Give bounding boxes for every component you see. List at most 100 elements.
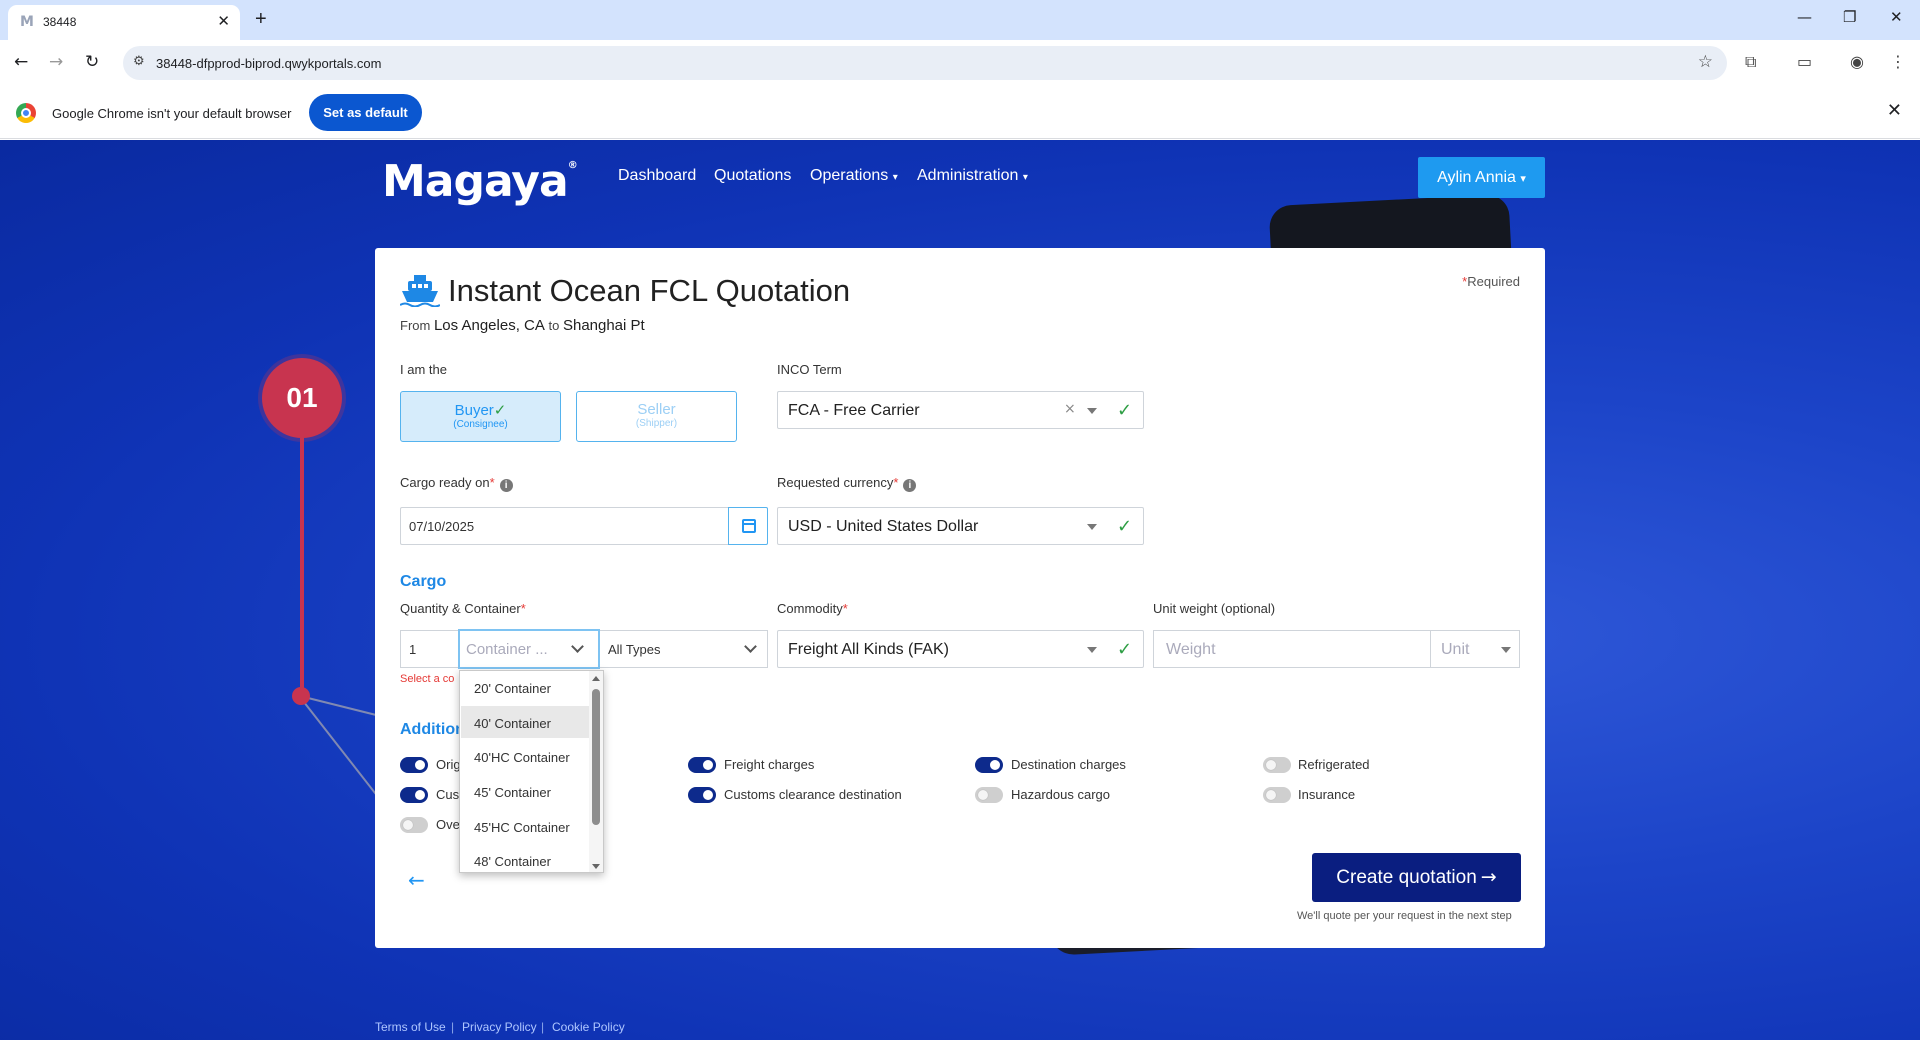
magaya-logo[interactable]: Magaya® [382,156,578,207]
chevron-down-icon [571,640,584,653]
caret-down-icon [1087,524,1097,530]
browser-toolbar: ← → ↻ ⚙ 38448-dfpprod-biprod.qwykportals… [0,40,1920,86]
container-dropdown: 20' Container 40' Container 40'HC Contai… [459,670,604,873]
page-title: Instant Ocean FCL Quotation [448,273,851,308]
user-menu-button[interactable]: Aylin Annia ▾ [1418,157,1545,198]
profile-icon[interactable]: ◉ [1850,52,1864,71]
weight-input[interactable]: Weight [1153,630,1430,668]
nav-dashboard[interactable]: Dashboard [618,167,696,185]
restore-icon[interactable]: ❐ [1843,8,1856,26]
container-error-text: Select a co [400,673,455,685]
toggle-label: Insurance [1298,787,1356,802]
check-icon: ✓ [493,401,507,419]
toggle-freight-charges[interactable] [688,757,716,773]
browser-tab[interactable]: M 38448 ✕ [8,5,240,40]
container-types-select[interactable]: All Types [600,630,768,668]
create-note: We'll quote per your request in the next… [1297,910,1512,922]
container-select[interactable]: Container ... [458,629,600,669]
container-option[interactable]: 45' Container [461,775,589,807]
forward-icon[interactable]: → [49,52,63,72]
toggle-label: Customs clearance destination [724,787,902,802]
site-info-icon[interactable]: ⚙ [133,54,145,69]
toggle-oversize[interactable] [400,817,428,833]
page-background: Magaya® Dashboard Quotations Operations … [0,140,1920,1040]
minimize-icon[interactable]: — [1797,8,1812,26]
scroll-up-icon [592,676,600,681]
quantity-input[interactable]: 1 [400,630,458,668]
container-option[interactable]: 40'HC Container [461,740,589,772]
container-option[interactable]: 40' Container [461,706,589,738]
url-text[interactable]: 38448-dfpprod-biprod.qwykportals.com [156,56,381,71]
set-default-button[interactable]: Set as default [309,94,422,131]
dropdown-scrollbar[interactable] [589,671,603,872]
seller-button[interactable]: Seller (Shipper) [576,391,737,442]
toggle-label: Cus [436,787,460,802]
currency-label: Requested currency* i [777,475,917,492]
bookmark-star-icon[interactable]: ☆ [1698,52,1713,72]
menu-dots-icon[interactable]: ⋮ [1890,52,1906,71]
toggle-destination-charges[interactable] [975,757,1003,773]
inco-select[interactable]: FCA - Free Carrier × ✓ [777,391,1144,429]
terms-link[interactable]: Terms of Use [375,1020,446,1034]
tab-title: 38448 [43,15,77,29]
browser-tabbar: M 38448 ✕ + — ❐ ✕ [0,0,1920,40]
reload-icon[interactable]: ↻ [85,52,99,72]
tab-search-icon[interactable]: ▭ [1797,52,1812,71]
create-quotation-button[interactable]: Create quotation → [1312,853,1521,902]
new-tab-icon[interactable]: + [255,8,267,31]
caret-down-icon [1087,647,1097,653]
extensions-icon[interactable]: ⧉ [1745,52,1756,72]
footer-separator: | [541,1020,545,1034]
tab-close-icon[interactable]: ✕ [217,12,230,30]
chevron-down-icon: ▾ [1520,173,1526,185]
valid-check-icon: ✓ [1117,400,1133,421]
nav-administration[interactable]: Administration ▾ [917,167,1028,185]
container-option[interactable]: 20' Container [461,671,589,703]
toggle-hazardous[interactable] [975,787,1003,803]
calendar-icon [742,519,756,533]
toggle-origin[interactable] [400,757,428,773]
step-badge: 01 [262,358,342,438]
address-bar[interactable]: ⚙ 38448-dfpprod-biprod.qwykportals.com ☆ [123,46,1727,80]
route-summary: From Los Angeles, CA to Shanghai Pt [400,317,645,334]
infobar-close-icon[interactable]: ✕ [1887,100,1902,121]
cargo-section-title: Cargo [400,573,447,590]
container-option[interactable]: 48' Container [461,844,589,872]
toggle-customs-origin[interactable] [400,787,428,803]
arrow-right-icon: → [1480,866,1497,888]
cargo-ready-date-input[interactable]: 07/10/2025 [400,507,728,545]
toggle-label: Orig [436,757,461,772]
commodity-label: Commodity* [777,601,848,616]
toggle-insurance[interactable] [1263,787,1291,803]
required-note: *Required [1462,274,1520,289]
tab-favicon-icon: M [20,14,34,30]
additional-section-title: Addition [400,721,465,738]
clear-icon[interactable]: × [1064,401,1076,417]
privacy-link[interactable]: Privacy Policy [462,1020,537,1034]
chevron-down-icon: ▾ [1022,172,1028,183]
toggle-label: Destination charges [1011,757,1126,772]
unit-select[interactable]: Unit [1430,630,1520,668]
window-close-icon[interactable]: ✕ [1890,8,1903,26]
footer-separator: | [451,1020,455,1034]
nav-operations[interactable]: Operations ▾ [810,167,898,185]
pin-stem [300,435,304,697]
back-arrow-icon[interactable]: ← [408,868,425,892]
scroll-down-icon [592,864,600,869]
toggle-label: Hazardous cargo [1011,787,1110,802]
currency-select[interactable]: USD - United States Dollar ✓ [777,507,1144,545]
caret-down-icon [1087,408,1097,414]
nav-quotations[interactable]: Quotations [714,167,791,185]
calendar-button[interactable] [728,507,768,545]
info-icon: i [499,479,513,492]
toggle-customs-destination[interactable] [688,787,716,803]
buyer-button[interactable]: Buyer✓ (Consignee) [400,391,561,442]
toggle-refrigerated[interactable] [1263,757,1291,773]
container-option[interactable]: 45'HC Container [461,810,589,842]
cookie-link[interactable]: Cookie Policy [552,1020,625,1034]
commodity-select[interactable]: Freight All Kinds (FAK) ✓ [777,630,1144,668]
toggle-label: Freight charges [724,757,815,772]
valid-check-icon: ✓ [1117,516,1133,537]
back-icon[interactable]: ← [14,52,28,72]
infobar-text: Google Chrome isn't your default browser [52,106,292,121]
